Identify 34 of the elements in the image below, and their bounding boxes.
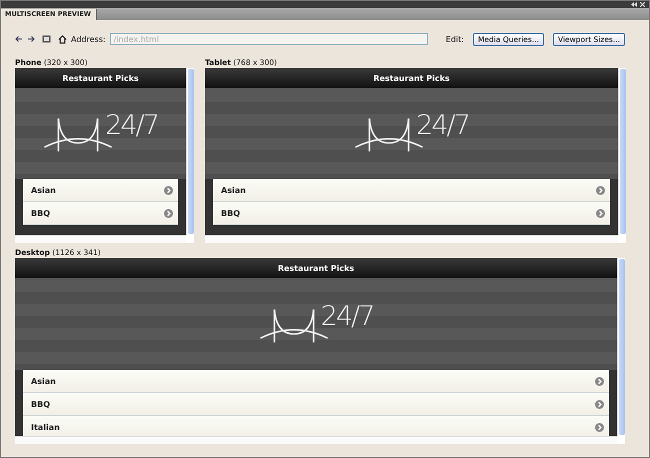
chevron-icon xyxy=(164,186,173,194)
logo-text: 24/7 xyxy=(416,110,469,141)
chevron-icon xyxy=(596,208,605,218)
page-header: Restaurant Picks xyxy=(15,258,617,280)
chevron-icon xyxy=(596,186,605,194)
home-icon[interactable] xyxy=(58,34,67,44)
list-item[interactable]: Asian xyxy=(213,179,610,202)
horizontal-scrollbar[interactable] xyxy=(205,235,618,243)
list-item[interactable]: BBQ xyxy=(213,202,610,225)
horizontal-scrollbar[interactable] xyxy=(15,436,617,444)
refresh-icon[interactable] xyxy=(42,35,51,43)
chevron-icon xyxy=(595,376,604,386)
vertical-scrollbar[interactable] xyxy=(617,258,625,436)
list-item[interactable]: Asian xyxy=(23,179,178,202)
list-item[interactable]: Asian xyxy=(23,370,609,393)
chevron-icon xyxy=(595,422,604,432)
vertical-scrollbar[interactable] xyxy=(186,68,194,235)
logo-text: 24/7 xyxy=(105,110,158,141)
close-icon[interactable] xyxy=(640,2,645,7)
page-header: Restaurant Picks xyxy=(205,68,618,90)
horizontal-scrollbar[interactable] xyxy=(15,235,186,243)
edit-label: Edit: xyxy=(446,34,464,44)
address-field[interactable]: /index.html xyxy=(110,33,428,45)
forward-icon[interactable] xyxy=(27,36,35,42)
back-icon[interactable] xyxy=(15,36,23,42)
chevron-icon xyxy=(595,400,604,408)
list-item[interactable]: BBQ xyxy=(23,393,609,416)
list-item[interactable]: BBQ xyxy=(23,202,178,225)
vertical-scrollbar[interactable] xyxy=(618,68,626,235)
logo-text: 24/7 xyxy=(320,300,374,332)
chevron-icon xyxy=(164,208,173,218)
page-header: Restaurant Picks xyxy=(15,68,186,90)
address-label: Address: xyxy=(71,34,106,44)
collapse-icon[interactable] xyxy=(631,2,637,7)
